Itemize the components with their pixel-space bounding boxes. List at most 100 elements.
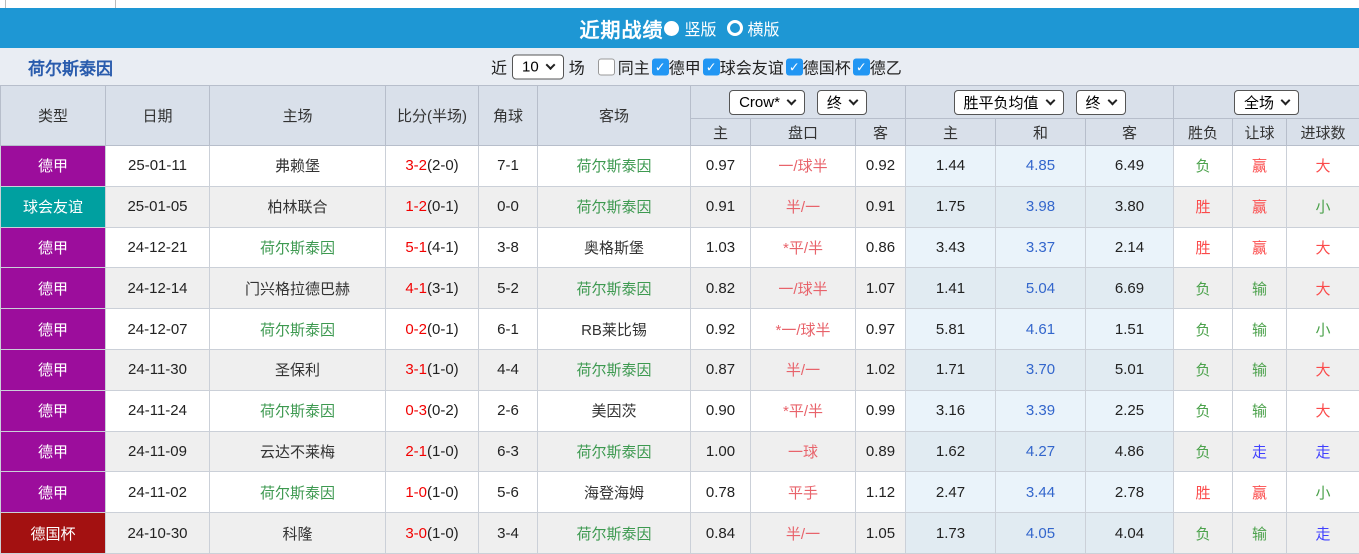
home-team: 云达不莱梅 (210, 431, 386, 472)
games-label: 场 (569, 55, 585, 79)
mean-draw-odds: 4.05 (996, 513, 1086, 554)
handicap-line: *一/球半 (751, 309, 856, 350)
home-team: 圣保利 (210, 349, 386, 390)
mean-odds-select-value: 胜平负均值 (964, 92, 1039, 113)
league-checkbox-bundesliga2[interactable]: ✓ (853, 58, 870, 75)
full-time-score: 1-0 (405, 484, 427, 501)
match-count-value: 10 (522, 58, 539, 75)
corner-score: 7-1 (479, 146, 538, 187)
layout-radio-horizontal-label[interactable]: 横版 (748, 16, 780, 40)
match-date: 24-11-02 (106, 472, 210, 513)
corner-score: 3-8 (479, 227, 538, 268)
league-type-badge: 德甲 (1, 146, 106, 187)
match-row: 德甲24-11-02荷尔斯泰因1-0(1-0)5-6海登海姆0.78平手1.12… (1, 472, 1359, 513)
match-date: 24-12-21 (106, 227, 210, 268)
full-time-score: 2-1 (405, 443, 427, 460)
mean-away-odds: 2.78 (1086, 472, 1174, 513)
crow-home-odds: 0.90 (691, 390, 751, 431)
mean-stage-value: 终 (1086, 92, 1101, 113)
layout-radio-vertical-label[interactable]: 竖版 (684, 16, 716, 40)
crow-away-odds: 1.05 (856, 513, 906, 554)
away-team: 荷尔斯泰因 (538, 186, 691, 227)
away-team: RB莱比锡 (538, 309, 691, 350)
crow-away-odds: 0.89 (856, 431, 906, 472)
match-result: 负 (1174, 431, 1233, 472)
league-label-friendly[interactable]: 球会友谊 (720, 55, 784, 79)
handicap-line: 半/一 (751, 349, 856, 390)
match-result: 负 (1174, 268, 1233, 309)
league-type-badge: 德国杯 (1, 513, 106, 554)
subcol-header-crow-home: 主 (691, 119, 751, 146)
goals-result: 大 (1287, 349, 1359, 390)
league-type-badge: 德甲 (1, 227, 106, 268)
league-checkbox-bundesliga[interactable]: ✓ (652, 58, 669, 75)
handicap-result: 赢 (1233, 472, 1287, 513)
crow-home-odds: 0.92 (691, 309, 751, 350)
near-label: 近 (491, 55, 507, 79)
league-checkbox-friendly[interactable]: ✓ (703, 58, 720, 75)
handicap-result: 输 (1233, 349, 1287, 390)
score-cell: 1-2(0-1) (386, 186, 479, 227)
same-host-label[interactable]: 同主 (618, 55, 650, 79)
score-cell: 2-1(1-0) (386, 431, 479, 472)
mean-home-odds: 1.71 (906, 349, 996, 390)
match-row: 德甲24-12-21荷尔斯泰因5-1(4-1)3-8奥格斯堡1.03*平/半0.… (1, 227, 1359, 268)
match-row: 德甲24-12-07荷尔斯泰因0-2(0-1)6-1RB莱比锡0.92*一/球半… (1, 309, 1359, 350)
match-date: 24-12-07 (106, 309, 210, 350)
handicap-line: 半/一 (751, 186, 856, 227)
match-result: 负 (1174, 309, 1233, 350)
layout-radio-horizontal[interactable] (727, 20, 743, 36)
handicap-result: 走 (1233, 431, 1287, 472)
handicap-result: 输 (1233, 309, 1287, 350)
crow-home-odds: 1.00 (691, 431, 751, 472)
half-time-score: (0-1) (427, 198, 459, 215)
crow-away-odds: 0.99 (856, 390, 906, 431)
home-team: 门兴格拉德巴赫 (210, 268, 386, 309)
goals-result: 走 (1287, 431, 1359, 472)
half-time-score: (4-1) (427, 239, 459, 256)
home-team: 荷尔斯泰因 (210, 309, 386, 350)
match-result: 胜 (1174, 227, 1233, 268)
mean-stage-select[interactable]: 终 (1076, 90, 1126, 115)
away-team: 荷尔斯泰因 (538, 431, 691, 472)
team-name: 荷尔斯泰因 (28, 54, 113, 79)
league-checkbox-dfb-pokal[interactable]: ✓ (786, 58, 803, 75)
panel-title-bar: 近期战绩 竖版 横版 (0, 8, 1359, 48)
corner-score: 2-6 (479, 390, 538, 431)
results-table: 类型 日期 主场 比分(半场) 角球 客场 Crow* 终 (0, 85, 1359, 554)
mean-home-odds: 1.44 (906, 146, 996, 187)
corner-score: 4-4 (479, 349, 538, 390)
mean-away-odds: 4.86 (1086, 431, 1174, 472)
match-result: 负 (1174, 390, 1233, 431)
bookmaker-select[interactable]: Crow* (729, 90, 805, 115)
match-count-select[interactable]: 10 (512, 54, 564, 79)
match-row: 德甲24-11-30圣保利3-1(1-0)4-4荷尔斯泰因0.87半/一1.02… (1, 349, 1359, 390)
period-select[interactable]: 全场 (1234, 90, 1299, 115)
handicap-result: 输 (1233, 268, 1287, 309)
score-cell: 1-0(1-0) (386, 472, 479, 513)
score-cell: 0-2(0-1) (386, 309, 479, 350)
away-team: 奥格斯堡 (538, 227, 691, 268)
filter-bar: 荷尔斯泰因 近 10 场 同主 ✓ 德甲 ✓ 球会友谊 ✓ 德国杯 ✓ 德乙 (0, 48, 1359, 85)
match-date: 25-01-11 (106, 146, 210, 187)
layout-radio-vertical[interactable] (664, 21, 679, 36)
full-time-score: 4-1 (405, 280, 427, 297)
home-team: 柏林联合 (210, 186, 386, 227)
handicap-stage-select[interactable]: 终 (817, 90, 867, 115)
league-label-dfb-pokal[interactable]: 德国杯 (803, 55, 851, 79)
half-time-score: (1-0) (427, 525, 459, 542)
match-result: 负 (1174, 146, 1233, 187)
crow-home-odds: 1.03 (691, 227, 751, 268)
half-time-score: (3-1) (427, 280, 459, 297)
away-team: 荷尔斯泰因 (538, 268, 691, 309)
same-host-checkbox[interactable] (598, 58, 615, 75)
match-result: 负 (1174, 513, 1233, 554)
league-label-bundesliga[interactable]: 德甲 (669, 55, 701, 79)
crow-away-odds: 0.91 (856, 186, 906, 227)
corner-score: 3-4 (479, 513, 538, 554)
mean-away-odds: 6.49 (1086, 146, 1174, 187)
league-label-bundesliga2[interactable]: 德乙 (870, 55, 902, 79)
mean-odds-select[interactable]: 胜平负均值 (954, 90, 1064, 115)
match-row: 德国杯24-10-30科隆3-0(1-0)3-4荷尔斯泰因0.84半/一1.05… (1, 513, 1359, 554)
handicap-result: 输 (1233, 390, 1287, 431)
